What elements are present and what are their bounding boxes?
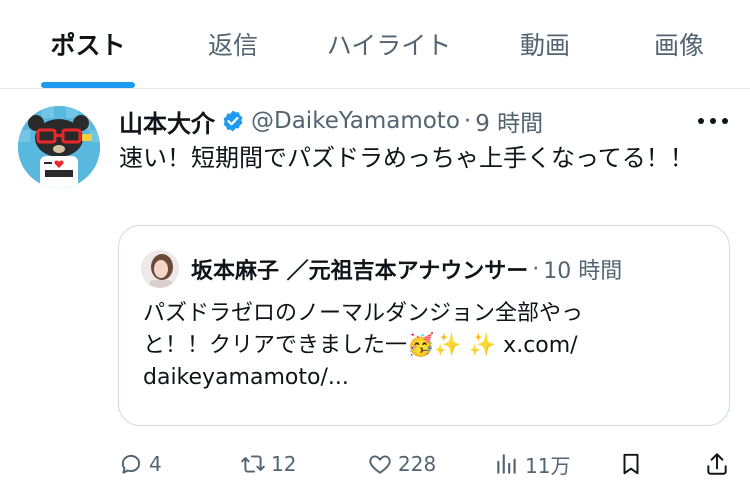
- quoted-link-path[interactable]: daikeyamamoto/...: [143, 362, 683, 394]
- post-header: 山本大介 @DaikeYamamoto · 9 時間: [119, 104, 543, 138]
- party-sparkles-emoji: 🥳✨ ✨: [407, 333, 497, 358]
- tab-images[interactable]: 画像: [620, 0, 738, 88]
- repost-icon: [241, 455, 265, 473]
- person-photo-icon: [141, 250, 179, 288]
- active-tab-indicator: [41, 82, 135, 88]
- tab-replies[interactable]: 返信: [170, 0, 296, 88]
- separator-dot: ·: [532, 256, 540, 282]
- share-icon: [707, 453, 727, 475]
- quoted-text-line-2: と！！クリアできました一🥳✨ ✨ x.com/: [143, 330, 683, 362]
- quoted-post[interactable]: 坂本麻子 ／元祖吉本アナウンサー · 10 時間 パズドラゼロのノーマルダンジョ…: [118, 225, 730, 426]
- quoted-text-line-2-text: と！！クリアできました一: [143, 333, 408, 358]
- reply-button[interactable]: 4: [118, 444, 162, 484]
- quoted-link-domain[interactable]: x.com/: [496, 333, 577, 358]
- like-button[interactable]: 228: [367, 444, 436, 484]
- post-text: 速い！短期間でパズドラめっちゃ上手くなってる！！: [119, 144, 694, 172]
- repost-count: 12: [271, 452, 297, 476]
- author-avatar[interactable]: [18, 106, 100, 188]
- bear-with-glasses-avatar: [18, 106, 100, 188]
- bookmark-button[interactable]: [618, 444, 644, 484]
- tab-videos[interactable]: 動画: [482, 0, 608, 88]
- quoted-post-timestamp: 10 時間: [543, 259, 623, 284]
- bookmark-icon: [623, 453, 639, 475]
- heart-icon: [369, 455, 391, 474]
- quoted-author-name: 坂本麻子 ／元祖吉本アナウンサー: [191, 259, 529, 284]
- post-actions: 4 12 228 11万: [0, 444, 750, 484]
- quoted-post-text: パズドラゼロのノーマルダンジョン全部やっ と！！クリアできました一🥳✨ ✨ x.…: [143, 298, 683, 394]
- quoted-author-avatar[interactable]: [141, 250, 179, 288]
- views-chart-icon: [497, 454, 516, 474]
- more-options-icon[interactable]: [698, 118, 728, 126]
- profile-tabs: ポスト 返信 ハイライト 動画 画像: [0, 0, 750, 89]
- views-count: 11万: [525, 453, 571, 478]
- verified-badge-icon: [223, 110, 243, 132]
- reply-count: 4: [149, 452, 162, 476]
- author-name[interactable]: 山本大介: [119, 104, 215, 139]
- like-count: 228: [398, 452, 437, 476]
- quoted-post-header: 坂本麻子 ／元祖吉本アナウンサー · 10 時間: [191, 251, 622, 287]
- tab-posts[interactable]: ポスト: [20, 0, 156, 88]
- views-button[interactable]: 11万: [494, 444, 570, 484]
- separator-dot: ·: [463, 108, 472, 134]
- reply-icon: [121, 454, 141, 474]
- repost-button[interactable]: 12: [240, 444, 296, 484]
- share-button[interactable]: [704, 444, 730, 484]
- quoted-text-line-1: パズドラゼロのノーマルダンジョン全部やっ: [143, 301, 584, 326]
- tab-highlights[interactable]: ハイライト: [306, 0, 472, 88]
- post-timestamp[interactable]: 9 時間: [475, 104, 543, 138]
- author-handle[interactable]: @DaikeYamamoto: [251, 108, 460, 134]
